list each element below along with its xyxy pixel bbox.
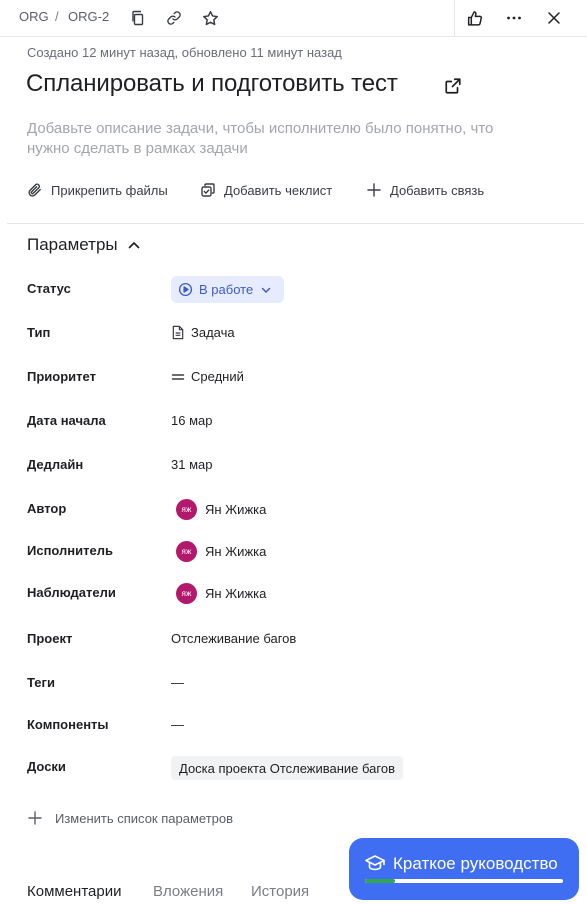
attach-files-button[interactable]: Прикрепить файлы [27,180,168,200]
priority-medium-icon [171,373,185,380]
chevron-up-icon [128,242,139,249]
quick-guide-label: Краткое руководство [393,854,558,873]
created-updated-meta: Создано 12 минут назад, обновлено 11 мин… [27,45,342,60]
author-name: Ян Жижка [205,502,267,517]
params-section-toggle[interactable]: Параметры [27,235,141,255]
checklist-icon [201,183,215,197]
plus-icon [28,811,42,825]
tab-comments[interactable]: Комментарии [27,883,121,900]
quick-guide-progress-fill [365,879,395,883]
close-icon[interactable] [543,7,565,29]
quick-guide-progress [365,879,563,883]
watchers-label: Наблюдатели [27,585,116,600]
tab-attachments[interactable]: Вложения [153,883,223,900]
boards-label: Доски [27,759,66,774]
priority-label: Приоритет [27,369,96,384]
params-header: Параметры [27,235,118,254]
board-chip[interactable]: Доска проекта Отслеживание багов [171,756,403,780]
thumbs-up-icon[interactable] [463,7,485,29]
priority-value: Средний [191,369,244,384]
quick-guide-button[interactable]: Краткое руководство [349,838,579,900]
description-placeholder[interactable]: Добавьте описание задачи, чтобы исполнит… [27,119,507,159]
project-value[interactable]: Отслеживание багов [171,631,296,646]
deadline-value[interactable]: 31 мар [171,457,212,472]
deadline-label: Дедлайн [27,457,84,472]
section-divider [7,223,584,224]
plus-icon [367,183,381,197]
toolbar-divider [454,0,455,36]
author-label: Автор [27,501,67,516]
type-value: Задача [191,325,235,340]
avatar: ЯЖ [176,541,197,562]
avatar: ЯЖ [176,583,197,604]
top-bar: ORG / ORG-2 [0,0,587,37]
start-date-label: Дата начала [27,413,106,428]
components-label: Компоненты [27,717,109,732]
copy-icon[interactable] [127,7,149,29]
more-icon[interactable] [503,7,525,29]
type-value-field[interactable]: Задача [171,325,235,340]
add-link-label: Добавить связь [390,182,485,198]
external-link-icon[interactable] [444,77,464,97]
breadcrumb-separator: / [55,9,59,24]
start-date-value[interactable]: 16 мар [171,413,212,428]
breadcrumb-project[interactable]: ORG [19,9,49,24]
status-value: В работе [199,282,254,297]
add-checklist-label: Добавить чеклист [224,182,333,198]
avatar: ЯЖ [176,499,197,520]
tab-history[interactable]: История [251,883,309,900]
assignee-label: Исполнитель [27,543,113,558]
components-value[interactable]: — [171,717,184,732]
watchers-value-field[interactable]: ЯЖ Ян Жижка [171,583,266,604]
star-icon[interactable] [199,7,221,29]
add-checklist-button[interactable]: Добавить чеклист [200,180,332,200]
play-circle-icon [178,282,193,297]
breadcrumb-issue-key[interactable]: ORG-2 [68,9,109,24]
document-icon [172,325,184,340]
type-label: Тип [27,325,51,340]
edit-params-label: Изменить список параметров [55,810,234,826]
chevron-down-icon [261,287,271,293]
edit-params-button[interactable]: Изменить список параметров [27,810,233,826]
assignee-value-field[interactable]: ЯЖ Ян Жижка [171,541,266,562]
priority-value-field[interactable]: Средний [171,369,244,384]
project-label: Проект [27,631,73,646]
tags-value[interactable]: — [171,675,184,690]
tags-label: Теги [27,675,55,690]
graduation-cap-icon [365,855,385,871]
task-title[interactable]: Спланировать и подготовить тест [26,70,398,98]
watcher-name: Ян Жижка [205,586,267,601]
link-icon[interactable] [163,7,185,29]
paperclip-icon [28,183,41,197]
attach-files-label: Прикрепить файлы [51,182,168,198]
author-value-field[interactable]: ЯЖ Ян Жижка [171,499,266,520]
assignee-name: Ян Жижка [205,544,267,559]
status-dropdown[interactable]: В работе [171,276,284,303]
add-link-button[interactable]: Добавить связь [366,180,484,200]
status-label: Статус [27,281,71,296]
